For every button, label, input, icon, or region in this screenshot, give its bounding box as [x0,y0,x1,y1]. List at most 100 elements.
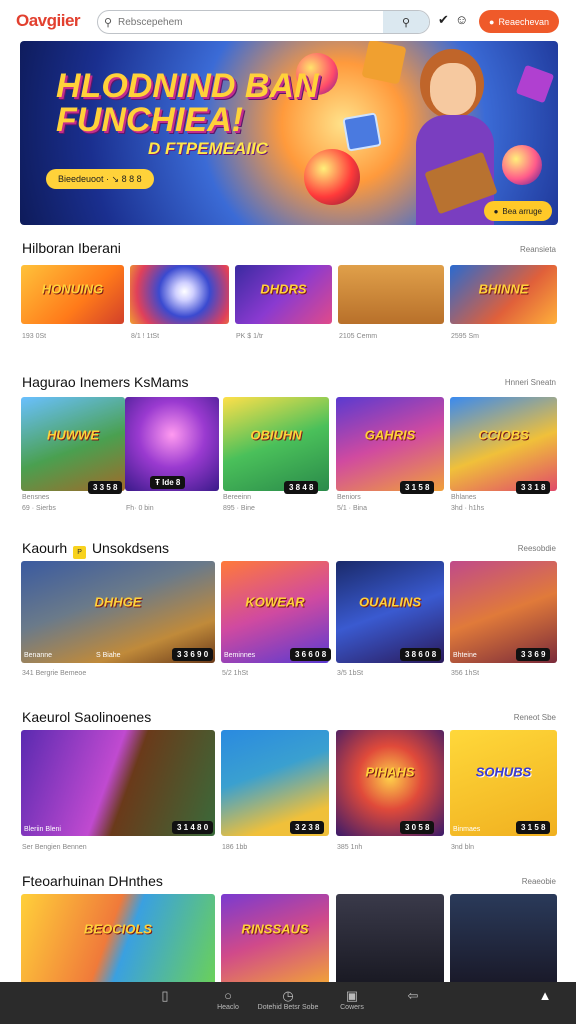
price-tag: 3 8 6 0 8 [400,648,442,661]
section-title: Kaourh P Unsokdsens [22,540,169,559]
card-label: Bensnes [22,494,50,501]
price-tag: 3 8 4 8 [284,481,319,494]
nav-label: Cowers [340,1004,364,1011]
price-tag: Ŧ lde 8 [150,476,186,489]
banner-title-line2: FUNCHIEA! [56,101,243,139]
chat-icon: ○ [224,988,232,1003]
banner-title: HLODNIND BAN FUNCHIEA! [56,69,319,137]
clock-icon: ◷ [282,988,294,1003]
card-meta: 341 Bergrie Bemeoe [22,670,87,677]
banner-title-line1: HLODNIND BAN [56,67,319,105]
hero-banner[interactable]: HLODNIND BAN FUNCHIEA! D FTPEMEAIIC Biee… [20,41,558,225]
decor-cube [515,64,555,104]
section-see-all[interactable]: Reaeobie [522,877,556,886]
section-see-all[interactable]: Reansieta [520,245,556,254]
card-art: SOHUBS [475,764,532,780]
game-card[interactable]: GAHRIS [336,397,444,491]
section-title: Kaeurol Saolinoenes [22,709,152,725]
signin-icon: ● [489,16,495,27]
card-meta: 3nd bln [451,844,474,851]
library-icon: ▯ [161,988,169,1003]
card-label: Bhteine [453,652,477,659]
game-card[interactable]: HUWWE [21,397,125,491]
card-label: Binmaes [453,826,481,833]
section-title-text: Kaourh [22,540,68,556]
game-card[interactable]: RINSSAUS [221,894,329,982]
hero-character [400,41,520,225]
game-card[interactable]: CCIOBS [450,397,557,491]
nav-library[interactable]: ▯ [150,988,180,1004]
card-meta: 8/1 ! 1tSt [131,333,160,340]
section-title-rest: Unsokdsens [91,540,169,556]
banner-subtitle: D FTPEMEAIIC [148,139,268,158]
card-meta: Fh· 0 bin [126,505,154,512]
card-art: CCIOBS [478,427,529,443]
card-meta: 356 1hSt [451,670,480,677]
bottom-navigation: ▯ ○ Heaclo ◷ Dotehid Betsr Sobe ▣ Cowers… [0,982,576,1024]
card-meta: 895 · Bine [223,505,255,512]
card-art: DHDRS [260,281,307,297]
nav-store[interactable]: ▣ Cowers [332,988,372,1011]
card-meta: 2105 Cemm [339,333,378,340]
section-see-all[interactable]: Reesobdie [518,544,556,553]
price-tag: 3 3 6 9 [516,648,551,661]
game-card[interactable]: DHDRS [235,265,332,324]
card-label: Bereeinn [223,494,252,501]
notifications-icon[interactable]: ✔ [438,12,449,28]
sign-in-button[interactable]: ● Reaechevan [479,10,559,33]
game-card[interactable] [336,894,444,982]
decor-cube [342,112,382,152]
card-meta: Ser Bengien Bennen [22,844,87,851]
card-art: HONUING [41,281,104,297]
profile-icon[interactable]: ☺ [455,12,468,27]
price-tag: 3 3 5 8 [88,481,123,494]
card-art: KOWEAR [245,594,305,610]
card-meta: 69 · Sierbs [22,505,56,512]
nav-label: Heaclo [217,1004,239,1011]
game-card[interactable]: HONUING [21,265,124,324]
banner-pill[interactable]: Bieedeuoot · ↘ 8 8 8 [46,169,154,189]
card-art: HUWWE [47,427,99,443]
profile-icon: ▲ [538,988,552,1003]
search-bar[interactable]: ⚲ ⚲ [97,10,430,34]
card-label: Benanne [24,652,53,659]
decor-ball [304,149,360,205]
game-card[interactable] [450,894,557,982]
card-meta: 5/1 · Bina [337,505,367,512]
card-art: BEOCIOLS [84,921,152,937]
nav-profile[interactable]: ▲ [530,988,560,1004]
card-art: RINSSAUS [241,921,309,937]
card-art: GAHRIS [364,427,416,443]
card-art: DHHGE [94,594,142,610]
section-see-all[interactable]: Hnneri Sneatn [505,378,556,387]
card-meta: 5/2 1hSt [222,670,249,677]
game-card[interactable]: OBIUHN [223,397,329,491]
app-logo[interactable]: Oavgiier [16,11,96,31]
card-meta: 3hd · h1hs [451,505,485,512]
card-art: BHINNE [478,281,529,297]
card-meta: 186 1bb [222,844,248,851]
section-see-all[interactable]: Reneot Sbe [514,713,556,722]
price-tag: 3 1 4 8 0 [172,821,214,834]
nav-recent[interactable]: ◷ Dotehid Betsr Sobe [246,988,330,1011]
section-title: Fteoarhuinan DHnthes [22,873,163,889]
nav-chat[interactable]: ○ Heaclo [210,988,246,1011]
price-tag: 3 1 5 8 [516,821,551,834]
nav-label: Dotehid Betsr Sobe [257,1004,319,1011]
signin-label: Reaechevan [498,16,549,27]
game-card[interactable]: BHINNE [450,265,557,324]
search-input[interactable] [118,16,383,28]
play-icon: ● [493,206,499,216]
section-badge: P [73,546,87,559]
game-card[interactable] [130,265,229,324]
game-card[interactable] [338,265,444,324]
nav-share[interactable]: ⇦ [398,988,428,1004]
game-card[interactable]: BEOCIOLS [21,894,215,982]
search-button[interactable]: ⚲ [383,11,429,33]
magnifier-icon: ⚲ [401,16,411,29]
card-meta: PK $ 1/tr [236,333,264,340]
card-art: OBIUHN [250,427,302,443]
banner-cta-button[interactable]: ● Bea arruge [483,201,552,221]
section-title: Hagurao Inemers KsMams [22,374,189,390]
section-title: Hilboran Iberani [22,240,121,256]
